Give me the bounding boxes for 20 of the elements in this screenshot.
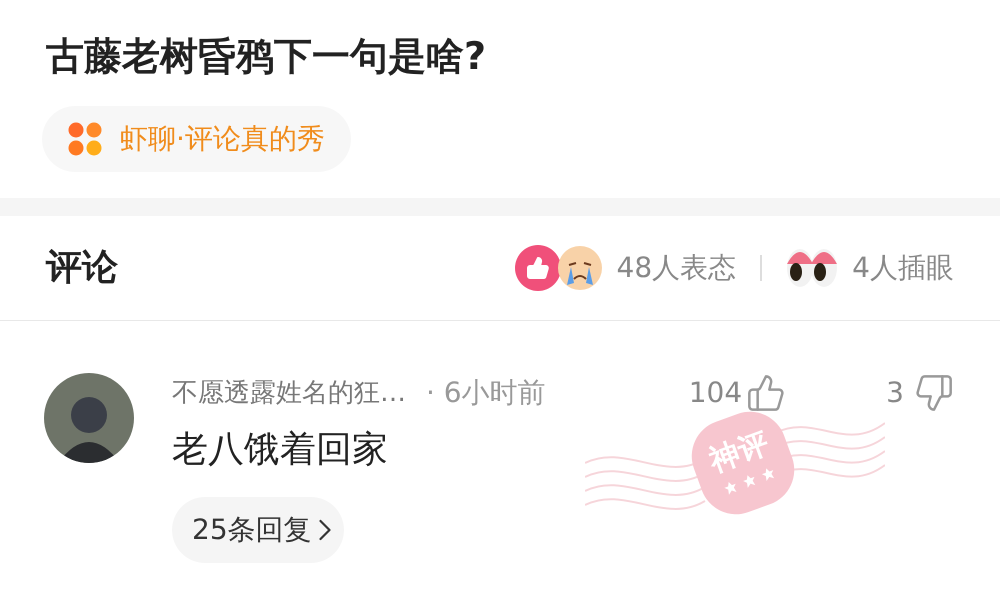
thumbs-up-icon	[514, 245, 561, 291]
like-count: 104	[688, 375, 742, 411]
comment-text: 老八饿着回家	[172, 428, 388, 472]
chevron-right-icon	[318, 518, 332, 542]
four-dots-icon	[68, 122, 102, 156]
topic-label: 虾聊·评论真的秀	[120, 121, 325, 157]
question-title: 古藤老树昏鸦下一句是啥?	[46, 33, 488, 80]
dislike-icon[interactable]	[914, 373, 954, 413]
eyes-icon	[786, 248, 838, 288]
comment-time: · 6小时前	[426, 375, 546, 411]
comments-heading: 评论	[46, 246, 118, 290]
crying-face-icon	[556, 245, 603, 291]
username[interactable]: 不愿透露姓名的狂…	[172, 374, 406, 412]
like-icon[interactable]	[746, 373, 786, 413]
reactions-count: 48人表态	[616, 250, 736, 286]
replies-button[interactable]: 25条回复	[172, 497, 344, 563]
dislike-count: 3	[886, 375, 904, 411]
topic-chip[interactable]: 虾聊·评论真的秀	[42, 106, 351, 172]
eyes-count: 4人插眼	[852, 250, 954, 286]
stamp-label: 神评	[706, 428, 773, 478]
